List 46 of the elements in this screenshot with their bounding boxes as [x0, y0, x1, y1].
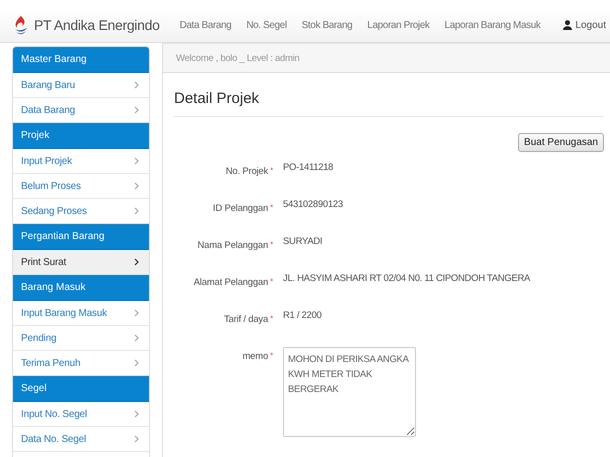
- required-mark: *: [270, 351, 273, 360]
- field-label: Alamat Pelanggan: [194, 277, 268, 288]
- nav-link[interactable]: Data Barang: [180, 20, 232, 30]
- nav-link[interactable]: Stok Barang: [302, 20, 352, 30]
- sidebar-item[interactable]: Print Surat: [13, 250, 149, 275]
- chevron-right-icon: [134, 309, 139, 317]
- chevron-right-icon: [134, 258, 139, 266]
- chevron-right-icon: [134, 334, 139, 342]
- chevron-right-icon: [134, 207, 139, 215]
- create-assignment-button[interactable]: Buat Penugasan: [518, 133, 604, 152]
- field-value: R1 / 2200: [283, 310, 322, 323]
- nav-link[interactable]: Laporan Barang Masuk: [444, 20, 540, 30]
- nav-link[interactable]: Laporan Projek: [367, 20, 430, 30]
- page-title: Detail Projek: [174, 89, 260, 107]
- field-label: No. Projek: [226, 166, 268, 177]
- memo-field[interactable]: MOHON DI PERIKSA ANGKA KWH METER TIDAK BERGERAK: [283, 347, 416, 437]
- field-label: memo: [242, 351, 268, 362]
- required-mark: *: [270, 203, 273, 212]
- sidebar-section-header: Master Barang: [13, 47, 149, 73]
- brand-link[interactable]: PT Andika Energindo: [34, 17, 160, 33]
- welcome-text: Welcome , bolo _ Level : admin: [176, 52, 300, 64]
- field-label: ID Pelanggan: [212, 203, 268, 214]
- required-mark: *: [270, 240, 273, 249]
- user-icon: [563, 20, 572, 30]
- sidebar-section-header: Barang Masuk: [13, 275, 149, 301]
- field-value: JL. HASYIM ASHARI RT 02/04 N0. 11 CIPONDOH TANGERA: [283, 273, 530, 286]
- field-label: Nama Pelanggan: [197, 240, 268, 251]
- required-mark: *: [270, 166, 273, 175]
- sidebar-section-header: Projek: [13, 123, 149, 149]
- required-mark: *: [270, 277, 273, 286]
- chevron-right-icon: [134, 182, 139, 190]
- sidebar-section-header: Pergantian Barang: [13, 224, 149, 250]
- sidebar-section-header: Segel: [13, 376, 149, 402]
- logout-link[interactable]: Logout: [563, 20, 606, 30]
- chevron-right-icon: [134, 359, 139, 367]
- chevron-right-icon: [134, 157, 139, 165]
- chevron-right-icon: [134, 410, 139, 418]
- field-value: PO-1411218: [283, 162, 334, 175]
- field-label: Tarif / daya: [224, 314, 268, 325]
- chevron-right-icon: [134, 435, 139, 443]
- nav-link[interactable]: No. Segel: [246, 20, 287, 30]
- required-mark: *: [270, 314, 273, 323]
- chevron-right-icon: [134, 81, 139, 89]
- chevron-right-icon: [134, 106, 139, 114]
- field-value: SURYADI: [283, 236, 322, 249]
- field-value: 543102890123: [283, 199, 343, 212]
